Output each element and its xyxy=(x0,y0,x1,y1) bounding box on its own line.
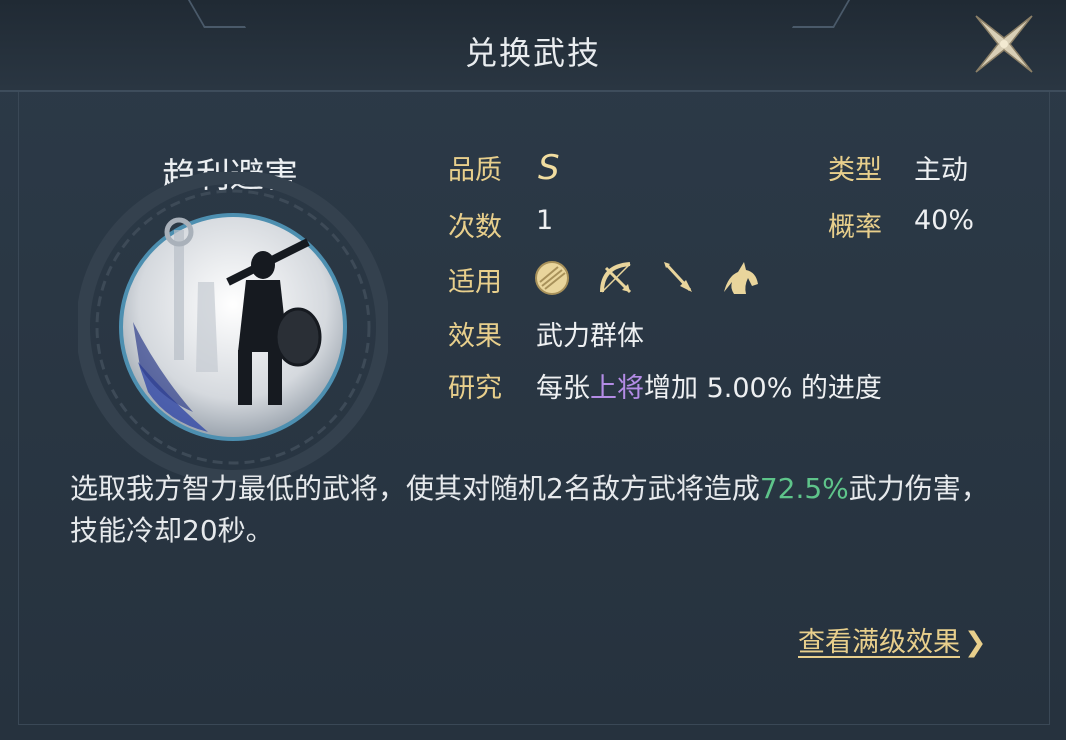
chevron-right-icon: ❯ xyxy=(964,627,987,658)
exchange-skill-dialog: 兑换武技 趋利避害 品质 S 类型 主动 次数 1 概率 40% 适用 效果 武… xyxy=(0,0,1066,740)
count-value: 1 xyxy=(536,205,554,236)
shield-icon xyxy=(532,258,572,298)
description-highlight: 72.5% xyxy=(759,472,849,505)
horse-icon xyxy=(718,258,758,298)
close-button[interactable] xyxy=(968,8,1040,80)
view-full-effect-label: 查看满级效果 xyxy=(798,627,960,658)
header-ornament-right xyxy=(791,0,851,28)
skill-portrait xyxy=(76,170,390,484)
effect-value: 武力群体 xyxy=(536,321,644,352)
research-label: 研究 xyxy=(448,373,502,404)
rate-value: 40% xyxy=(914,205,975,236)
description-part1: 选取我方智力最低的武将，使其对随机2名敌方武将造成 xyxy=(70,472,760,505)
research-prefix: 每张 xyxy=(536,373,590,404)
bow-icon xyxy=(596,258,636,298)
quality-value: S xyxy=(538,148,560,188)
type-label: 类型 xyxy=(828,155,882,186)
header-ornament-left xyxy=(187,0,247,28)
rate-label: 概率 xyxy=(828,212,882,243)
close-icon xyxy=(975,15,1033,73)
type-value: 主动 xyxy=(914,155,968,186)
research-value: 每张上将增加 5.00% 的进度 xyxy=(536,366,882,405)
view-full-effect-link[interactable]: 查看满级效果 ❯ xyxy=(798,620,987,659)
research-suffix: 增加 5.00% 的进度 xyxy=(644,373,882,404)
apply-label: 适用 xyxy=(448,267,502,298)
effect-label: 效果 xyxy=(448,321,502,352)
dialog-title: 兑换武技 xyxy=(464,34,601,72)
skill-description: 选取我方智力最低的武将，使其对随机2名敌方武将造成72.5%武力伤害，技能冷却2… xyxy=(70,468,1000,552)
research-highlight: 上将 xyxy=(590,373,644,404)
dialog-header: 兑换武技 xyxy=(0,0,1066,92)
quality-label: 品质 xyxy=(448,155,502,186)
spear-icon xyxy=(658,258,698,298)
skill-portrait-art xyxy=(76,170,390,484)
count-label: 次数 xyxy=(448,212,502,243)
